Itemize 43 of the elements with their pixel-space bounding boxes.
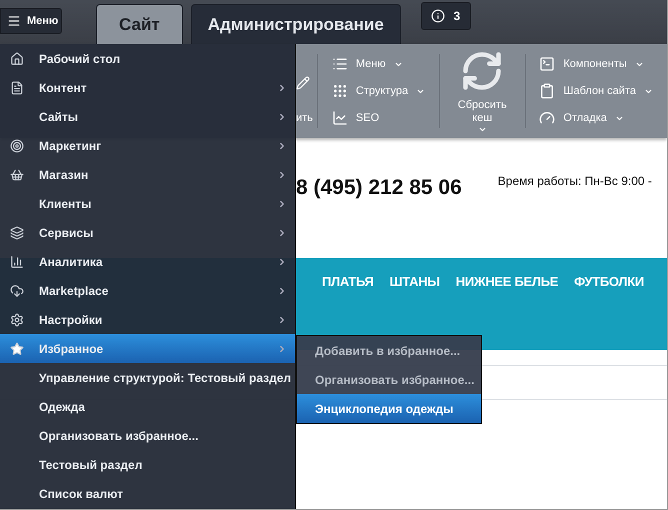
menu-item-icon (10, 52, 24, 66)
menu-item-icon (10, 342, 24, 356)
menu-icon (7, 14, 21, 28)
submenu-item[interactable]: Энциклопедия одежды (297, 394, 481, 423)
menu-item[interactable]: Рабочий стол (0, 44, 295, 73)
toolbar-icon (332, 56, 348, 72)
menu-item[interactable]: Магазин (0, 160, 295, 189)
menu-item[interactable]: Аналитика (0, 247, 295, 276)
menu-item[interactable]: Клиенты (0, 189, 295, 218)
menu-item-icon (10, 254, 24, 268)
toolbar-icon (332, 83, 348, 99)
tab[interactable]: Сайт (96, 4, 183, 44)
menu-item-icon (10, 168, 24, 182)
submenu-item[interactable]: Добавить в избранное... (297, 336, 481, 365)
notifications-button[interactable]: 3 (420, 2, 471, 30)
menu-item[interactable]: Сайты (0, 102, 295, 131)
toolbar-icon (539, 83, 556, 99)
info-icon (431, 9, 446, 23)
menu-item-icon (10, 80, 24, 94)
menu-item[interactable]: Избранное (0, 334, 295, 363)
menu-item[interactable]: Контент (0, 73, 295, 102)
menu-item[interactable]: Список валют (0, 479, 295, 508)
menu-item[interactable]: Marketplace (0, 276, 295, 305)
tab[interactable]: Администрирование (190, 4, 401, 44)
pencil-icon (296, 76, 310, 90)
menu-item[interactable]: Сервисы (0, 218, 295, 247)
menu-item[interactable]: Маркетинг (0, 131, 295, 160)
toolbar-icon (332, 110, 348, 126)
menu-item-icon (10, 226, 24, 240)
menu-item[interactable]: Тестовый раздел (0, 450, 295, 479)
toolbar-icon (539, 56, 556, 72)
menu-item-icon (10, 138, 24, 152)
menu-item[interactable]: Одежда (0, 392, 295, 421)
menu-item[interactable]: Управление структурой: Тестовый раздел (0, 363, 295, 392)
menu-button[interactable]: Меню (0, 8, 62, 34)
menu-item[interactable]: Организовать избранное... (0, 421, 295, 450)
phone-number: 8 (495) 212 85 06 (296, 176, 462, 200)
menu-item-icon (10, 284, 24, 298)
menu-item[interactable]: Настройки (0, 305, 295, 334)
menu-item-icon (10, 312, 24, 326)
toolbar-icon (539, 110, 556, 126)
working-hours: Время работы: Пн-Вс 9:00 - (498, 174, 652, 188)
submenu-item[interactable]: Организовать избранное... (297, 365, 481, 394)
